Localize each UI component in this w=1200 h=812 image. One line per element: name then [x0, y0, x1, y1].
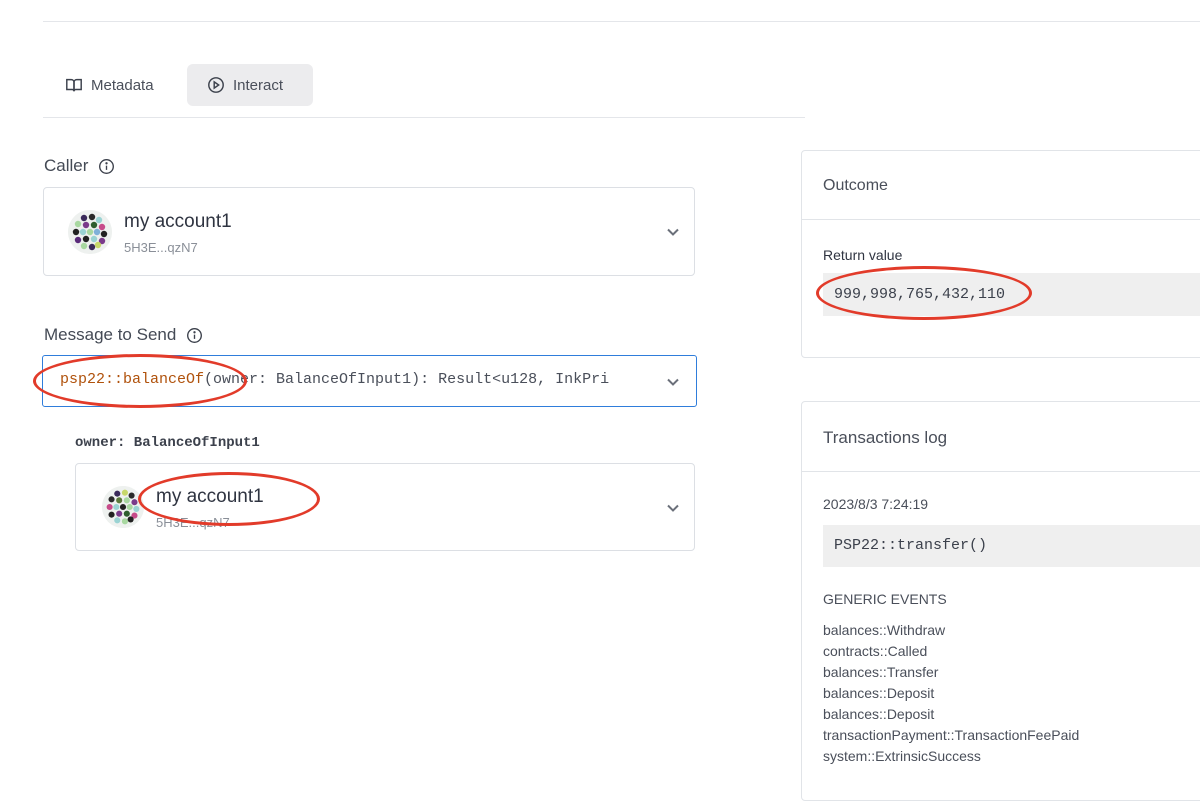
event-item: transactionPayment::TransactionFeePaid: [823, 727, 1080, 743]
info-icon[interactable]: [186, 327, 203, 344]
account-identicon: [68, 210, 112, 254]
event-item: balances::Deposit: [823, 685, 935, 701]
param-account-address: 5H3E...qzN7: [156, 515, 230, 530]
transactions-log-title: Transactions log: [823, 428, 948, 447]
event-item: contracts::Called: [823, 643, 928, 659]
tab-interact[interactable]: Interact: [187, 64, 313, 106]
caller-label-text: Caller: [44, 156, 89, 175]
chevron-down-icon: [667, 504, 679, 512]
info-icon[interactable]: [98, 158, 115, 175]
outcome-header: Outcome: [802, 151, 1200, 220]
transaction-timestamp: 2023/8/3 7:24:19: [823, 496, 929, 512]
param-label: owner: BalanceOfInput1: [75, 435, 260, 451]
transactions-log-panel: Transactions log 2023/8/3 7:24:19 PSP22:…: [801, 401, 1200, 801]
transaction-call: PSP22::transfer(): [834, 537, 988, 554]
tab-metadata-label: Metadata: [91, 76, 154, 94]
outcome-title: Outcome: [823, 177, 888, 194]
generic-events-label: GENERIC EVENTS: [823, 591, 947, 607]
param-account-name: my account1: [156, 486, 264, 507]
play-circle-icon: [208, 77, 224, 93]
event-item: balances::Transfer: [823, 664, 939, 680]
transactions-log-header: Transactions log: [802, 402, 1200, 472]
param-account-select[interactable]: my account1 5H3E...qzN7: [75, 463, 695, 551]
return-value-box: 999,998,765,432,110: [823, 273, 1200, 316]
tab-metadata[interactable]: Metadata: [45, 64, 185, 106]
message-select[interactable]: psp22::balanceOf(owner: BalanceOfInput1)…: [42, 355, 697, 407]
events-list: balances::Withdraw contracts::Called bal…: [823, 620, 1079, 767]
tabs-divider: [43, 117, 805, 118]
transaction-call-box: PSP22::transfer(): [823, 525, 1200, 567]
outcome-panel: Outcome Return value 999,998,765,432,110: [801, 150, 1200, 358]
caller-account-address: 5H3E...qzN7: [124, 240, 198, 255]
caller-account-name: my account1: [124, 211, 232, 232]
book-icon: [66, 78, 82, 92]
top-divider: [43, 21, 1200, 22]
chevron-down-icon: [667, 228, 679, 236]
return-value-label: Return value: [823, 247, 903, 263]
account-identicon: [102, 486, 144, 528]
event-item: system::ExtrinsicSuccess: [823, 748, 981, 764]
message-label: Message to Send: [44, 325, 203, 345]
event-item: balances::Deposit: [823, 706, 935, 722]
chevron-down-icon: [667, 378, 679, 386]
tab-interact-label: Interact: [233, 76, 284, 94]
message-signature: psp22::balanceOf(owner: BalanceOfInput1)…: [60, 371, 650, 388]
caller-account-select[interactable]: my account1 5H3E...qzN7: [43, 187, 695, 276]
caller-label: Caller: [44, 156, 115, 176]
event-item: balances::Withdraw: [823, 622, 946, 638]
message-signature-rest: (owner: BalanceOfInput1): Result<u128, I…: [204, 371, 610, 388]
return-value: 999,998,765,432,110: [834, 286, 1006, 303]
message-label-text: Message to Send: [44, 325, 177, 344]
message-function-name: psp22::balanceOf: [60, 371, 205, 388]
